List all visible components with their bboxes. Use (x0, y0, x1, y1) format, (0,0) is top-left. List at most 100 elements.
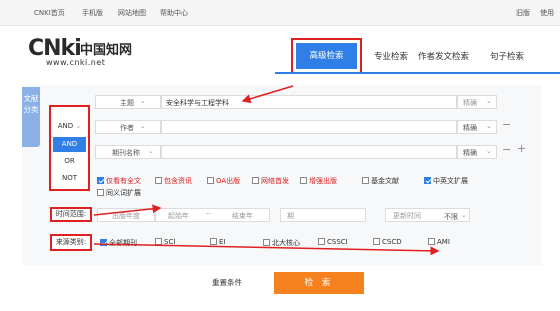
remove-row-3-button[interactable]: − (502, 143, 511, 156)
topbar-link-usage[interactable]: 使用 (540, 8, 554, 18)
source-cscd[interactable]: CSCD (373, 238, 402, 246)
option-oa-published-label: OA出版 (216, 177, 241, 185)
update-time-label: 更新时间 (393, 212, 421, 220)
field-select-1-label: 主题 (120, 99, 134, 107)
tab-underline (275, 72, 560, 74)
option-include-news-label: 包含资讯 (164, 177, 192, 185)
search-button[interactable]: 检 索 (274, 272, 364, 294)
logo-url: www.cnki.net (46, 58, 106, 67)
topbar-link-home[interactable]: CNKI首页 (34, 8, 65, 18)
option-online-first[interactable]: 网络首发 (252, 176, 289, 186)
topbar-link-sitemap[interactable]: 网站地图 (118, 8, 146, 18)
checkbox-icon (424, 177, 431, 184)
checkbox-icon (97, 189, 104, 196)
search-input-1[interactable]: 安全科学与工程学科 (161, 95, 457, 109)
source-ami-label: AMI (437, 238, 450, 246)
tab-author-search[interactable]: 作者发文检索 (418, 50, 469, 62)
source-category-label: 来源类别: (50, 234, 92, 251)
logic-selected-label: AND (57, 122, 74, 130)
source-ei[interactable]: EI (210, 238, 226, 246)
option-cn-en-expansion-label: 中英文扩展 (433, 177, 468, 185)
logic-selected[interactable]: AND ⌄ (53, 119, 86, 134)
search-input-1-value: 安全科学与工程学科 (166, 99, 229, 107)
logic-operator-dropdown[interactable]: AND ⌄ AND OR NOT (49, 105, 90, 191)
checkbox-icon (362, 177, 369, 184)
option-full-text-only[interactable]: 仅看有全文 (97, 176, 141, 186)
source-sci[interactable]: SCI (155, 238, 175, 246)
checkbox-icon (155, 177, 162, 184)
source-pku-core-label: 北大核心 (272, 239, 300, 247)
source-all-journals[interactable]: 全部期刊 (100, 238, 137, 248)
logic-option-not[interactable]: NOT (53, 171, 86, 186)
tab-advanced-search-label: 高级检索 (296, 43, 357, 69)
checkbox-icon (97, 177, 104, 184)
logic-option-and[interactable]: AND (53, 137, 86, 152)
option-cn-en-expansion[interactable]: 中英文扩展 (424, 176, 468, 186)
cnki-logo[interactable]: CNki 中国知网 www.cnki.net (28, 36, 138, 68)
reset-conditions-button[interactable]: 重置条件 (212, 277, 242, 288)
year-type-select[interactable]: 出版年度 (97, 208, 155, 222)
match-select-3-label: 精确 (463, 149, 477, 157)
match-select-1[interactable]: 精确 ⌄ (457, 95, 497, 109)
match-select-3[interactable]: 精确 ⌄ (457, 145, 497, 159)
field-select-2[interactable]: 作者 ⌄ (95, 120, 161, 134)
source-sci-label: SCI (164, 238, 176, 246)
logic-option-or[interactable]: OR (53, 154, 86, 169)
chevron-down-icon: ⌄ (486, 97, 492, 105)
topbar-link-help[interactable]: 帮助中心 (160, 8, 188, 18)
option-include-news[interactable]: 包含资讯 (155, 176, 192, 186)
chevron-down-icon: ⌄ (140, 97, 146, 105)
source-ei-label: EI (219, 238, 226, 246)
year-type-select-label: 出版年度 (112, 212, 140, 220)
year-range-separator: -- (206, 210, 212, 218)
option-synonym-expansion-label: 同义词扩展 (106, 189, 141, 197)
chevron-down-icon: ⌄ (148, 147, 154, 155)
option-enhanced-publishing[interactable]: 增强出版 (300, 176, 337, 186)
checkbox-icon (300, 177, 307, 184)
checkbox-icon (100, 239, 107, 246)
tab-professional-search[interactable]: 专业检索 (374, 50, 408, 62)
option-fund-literature[interactable]: 基金文献 (362, 176, 399, 186)
checkbox-icon (252, 177, 259, 184)
checkbox-icon (207, 177, 214, 184)
option-synonym-expansion[interactable]: 同义词扩展 (97, 188, 141, 198)
option-full-text-only-label: 仅看有全文 (106, 177, 141, 185)
source-cssci[interactable]: CSSCI (318, 238, 348, 246)
search-input-3[interactable] (161, 145, 457, 159)
checkbox-icon (155, 238, 162, 245)
match-select-1-label: 精确 (463, 99, 477, 107)
update-time-value: 不限 (444, 213, 458, 221)
category-side-tab[interactable]: 文献分类 (22, 87, 40, 147)
option-online-first-label: 网络首发 (261, 177, 289, 185)
topbar-link-mobile[interactable]: 手机版 (82, 8, 103, 18)
field-select-3[interactable]: 期刊名称 ⌄ (95, 145, 161, 159)
match-select-2[interactable]: 精确 ⌄ (457, 120, 497, 134)
checkbox-icon (210, 238, 217, 245)
search-input-2[interactable] (161, 120, 457, 134)
update-time-select[interactable]: 更新时间 不限 ⌄ (385, 208, 470, 222)
tab-advanced-search[interactable]: 高级检索 (291, 38, 362, 74)
category-side-tab-label: 文献分类 (23, 94, 39, 114)
checkbox-icon (373, 238, 380, 245)
checkbox-icon (428, 238, 435, 245)
remove-row-2-button[interactable]: − (502, 118, 511, 131)
tab-sentence-search[interactable]: 句子检索 (490, 50, 524, 62)
option-oa-published[interactable]: OA出版 (207, 176, 240, 186)
logo-chinese-name: 中国知网 (80, 43, 133, 58)
year-range-input[interactable]: 起始年 -- 结束年 (155, 208, 270, 222)
issue-input[interactable]: 期 (280, 208, 366, 222)
source-all-journals-label: 全部期刊 (109, 239, 137, 247)
option-fund-literature-label: 基金文献 (371, 177, 399, 185)
start-year-placeholder: 起始年 (168, 212, 189, 220)
chevron-down-icon: ⌄ (486, 147, 492, 155)
source-cssci-label: CSSCI (327, 238, 348, 246)
source-pku-core[interactable]: 北大核心 (263, 238, 300, 248)
add-row-button[interactable]: + (517, 142, 526, 155)
checkbox-icon (318, 238, 325, 245)
field-select-1[interactable]: 主题 ⌄ (95, 95, 161, 109)
topbar-link-old-version[interactable]: 旧版 (516, 8, 530, 18)
source-ami[interactable]: AMI (428, 238, 450, 246)
chevron-down-icon: ⌄ (486, 122, 492, 130)
top-bar: CNKI首页 手机版 网站地图 帮助中心 旧版 使用 (0, 0, 560, 26)
chevron-down-icon: ⌄ (140, 122, 146, 130)
